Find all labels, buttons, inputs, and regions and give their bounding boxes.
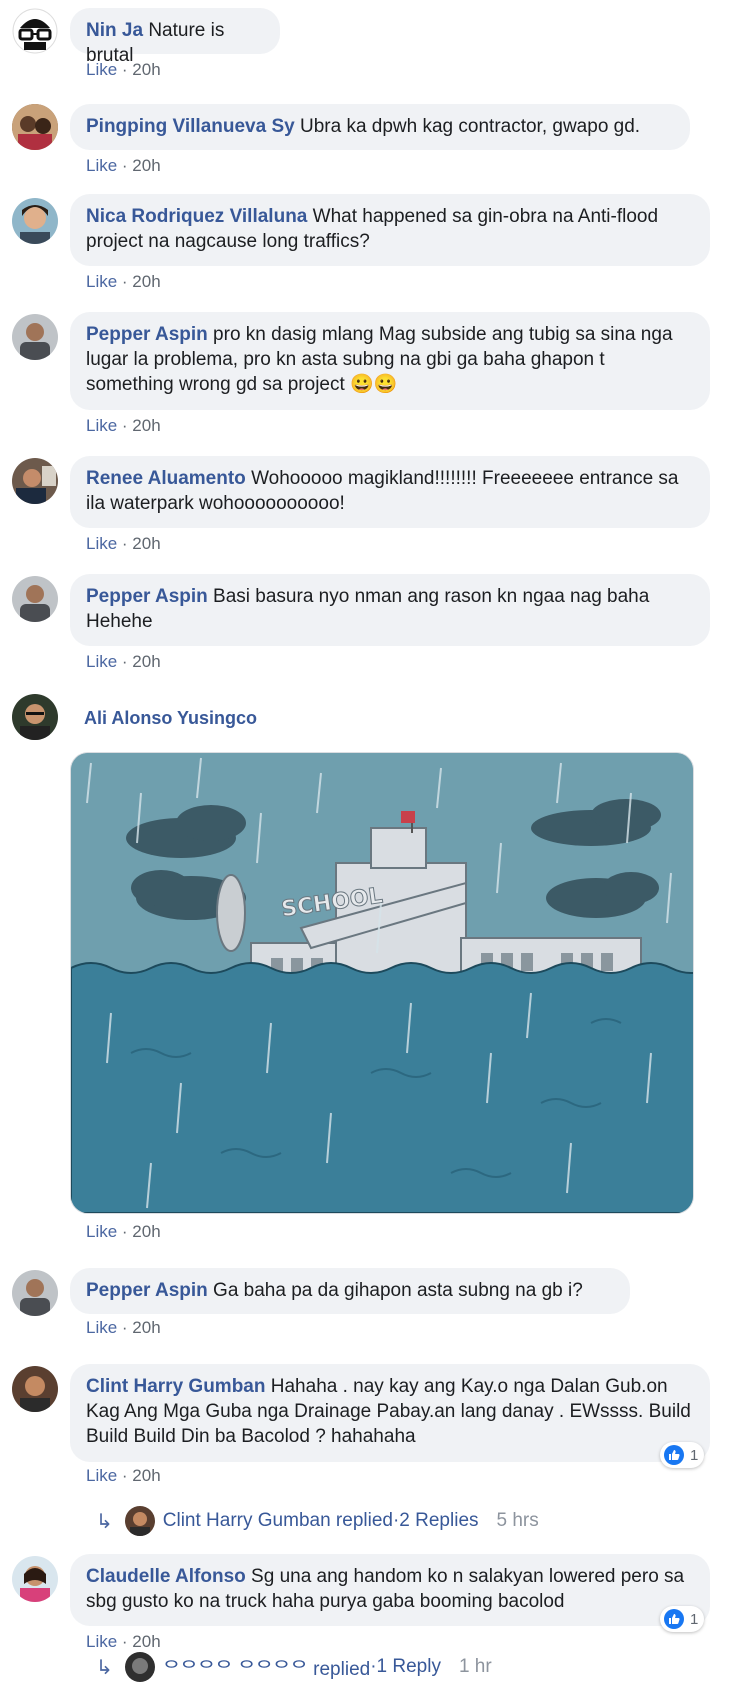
thumbs-up-icon (664, 1609, 684, 1629)
like-link[interactable]: Like (86, 652, 117, 671)
comment-actions: Like · 20h (86, 652, 161, 672)
comment-actions: Like · 20h (86, 1466, 161, 1486)
comment-bubble: Nin Ja Nature is brutal (70, 8, 280, 66)
comment-text: Ubra ka dpwh kag contractor, gwapo gd. (299, 116, 641, 137)
avatar[interactable] (12, 1366, 58, 1412)
avatar[interactable] (12, 8, 58, 54)
reply-author[interactable]: ᄋᄋᄋᄋ ᄋᄋᄋᄋ replied (163, 1654, 370, 1681)
timestamp[interactable]: 20h (132, 534, 160, 553)
avatar[interactable] (12, 1556, 58, 1602)
reply-time: 5 hrs (496, 1510, 539, 1531)
commenter-name[interactable]: Clint Harry Gumban (86, 1376, 265, 1397)
comment-bubble: Claudelle Alfonso Sg una ang handom ko n… (70, 1554, 710, 1626)
commenter-name[interactable]: Pepper Aspin (86, 1280, 208, 1301)
comment-actions: Like · 20h (86, 1222, 161, 1242)
separator: · (117, 1466, 133, 1485)
separator: · (117, 1632, 133, 1651)
reply-time: 1 hr (458, 1656, 492, 1677)
like-link[interactable]: Like (86, 416, 117, 435)
timestamp[interactable]: 20h (132, 1222, 160, 1241)
like-link[interactable]: Like (86, 1318, 117, 1337)
comment-actions: Like · 20h (86, 416, 161, 436)
comment-actions: Like · 20h (86, 60, 161, 80)
timestamp[interactable]: 20h (132, 60, 160, 79)
avatar[interactable] (12, 576, 58, 622)
comment-bubble: Pepper Aspin pro kn dasig mlang Mag subs… (70, 312, 710, 410)
like-link[interactable]: Like (86, 1632, 117, 1651)
separator: · (117, 156, 133, 175)
separator: · (117, 272, 133, 291)
reply-arrow-icon: ↳ (96, 1656, 113, 1679)
comment-actions: Like · 20h (86, 1318, 161, 1338)
separator: · (117, 60, 133, 79)
timestamp[interactable]: 20h (132, 156, 160, 175)
comment-bubble: Pepper Aspin Basi basura nyo nman ang ra… (70, 574, 710, 646)
timestamp[interactable]: 20h (132, 1466, 160, 1485)
reaction-number: 1 (690, 1446, 699, 1464)
avatar[interactable] (12, 458, 58, 504)
timestamp[interactable]: 20h (132, 1632, 160, 1651)
like-link[interactable]: Like (86, 60, 117, 79)
like-link[interactable]: Like (86, 156, 117, 175)
commenter-name[interactable]: Pingping Villanueva Sy (86, 116, 295, 137)
commenter-name[interactable]: Renee Aluamento (86, 468, 246, 489)
comment-actions: Like · 20h (86, 156, 161, 176)
separator: · (117, 416, 133, 435)
reply-avatar (124, 1506, 155, 1536)
comment-bubble: Clint Harry Gumban Hahaha . nay kay ang … (70, 1364, 710, 1462)
commenter-name[interactable]: Pepper Aspin (86, 586, 208, 607)
comment-actions: Like · 20h (86, 534, 161, 554)
comment-text: Ga baha pa da gihapon asta subng na gb i… (213, 1280, 583, 1301)
comment-image[interactable]: SCHOOL (70, 752, 694, 1214)
reply-count[interactable]: 1 Reply (377, 1656, 441, 1678)
comment-bubble: Pingping Villanueva Sy Ubra ka dpwh kag … (70, 104, 690, 150)
reaction-count[interactable]: 1 (660, 1442, 705, 1468)
like-link[interactable]: Like (86, 272, 117, 291)
like-link[interactable]: Like (86, 1222, 117, 1241)
reply-author[interactable]: Clint Harry Gumban replied (163, 1510, 393, 1532)
timestamp[interactable]: 20h (132, 652, 160, 671)
avatar[interactable] (12, 1270, 58, 1316)
reaction-number: 1 (690, 1610, 699, 1628)
reaction-count[interactable]: 1 (660, 1606, 705, 1632)
timestamp[interactable]: 20h (132, 416, 160, 435)
replies-link[interactable]: ↳ ᄋᄋᄋᄋ ᄋᄋᄋᄋ replied · 1 Reply 1 hr (96, 1652, 492, 1682)
commenter-name[interactable]: Pepper Aspin (86, 324, 208, 345)
separator: · (117, 652, 133, 671)
comment-bubble: Renee Aluamento Wohooooo magikland!!!!!!… (70, 456, 710, 528)
commenter-name[interactable]: Nin Ja (86, 20, 143, 41)
thumbs-up-icon (664, 1445, 684, 1465)
like-link[interactable]: Like (86, 534, 117, 553)
replies-link[interactable]: ↳ Clint Harry Gumban replied · 2 Replies… (96, 1506, 539, 1536)
separator: · (117, 1318, 133, 1337)
comment-actions: Like · 20h (86, 272, 161, 292)
reply-count[interactable]: 2 Replies (399, 1510, 478, 1532)
reply-arrow-icon: ↳ (96, 1510, 113, 1533)
commenter-name[interactable]: Ali Alonso Yusingco (84, 708, 257, 729)
like-link[interactable]: Like (86, 1466, 117, 1485)
separator: · (117, 534, 133, 553)
avatar[interactable] (12, 198, 58, 244)
separator: · (117, 1222, 133, 1241)
avatar[interactable] (12, 694, 58, 740)
comment-bubble: Pepper Aspin Ga baha pa da gihapon asta … (70, 1268, 630, 1314)
timestamp[interactable]: 20h (132, 1318, 160, 1337)
avatar[interactable] (12, 314, 58, 360)
commenter-name[interactable]: Nica Rodriquez Villaluna (86, 206, 307, 227)
avatar[interactable] (12, 104, 58, 150)
reply-avatar (124, 1652, 155, 1682)
comment-actions: Like · 20h (86, 1632, 161, 1652)
timestamp[interactable]: 20h (132, 272, 160, 291)
commenter-name[interactable]: Claudelle Alfonso (86, 1566, 246, 1587)
comment-bubble: Nica Rodriquez Villaluna What happened s… (70, 194, 710, 266)
